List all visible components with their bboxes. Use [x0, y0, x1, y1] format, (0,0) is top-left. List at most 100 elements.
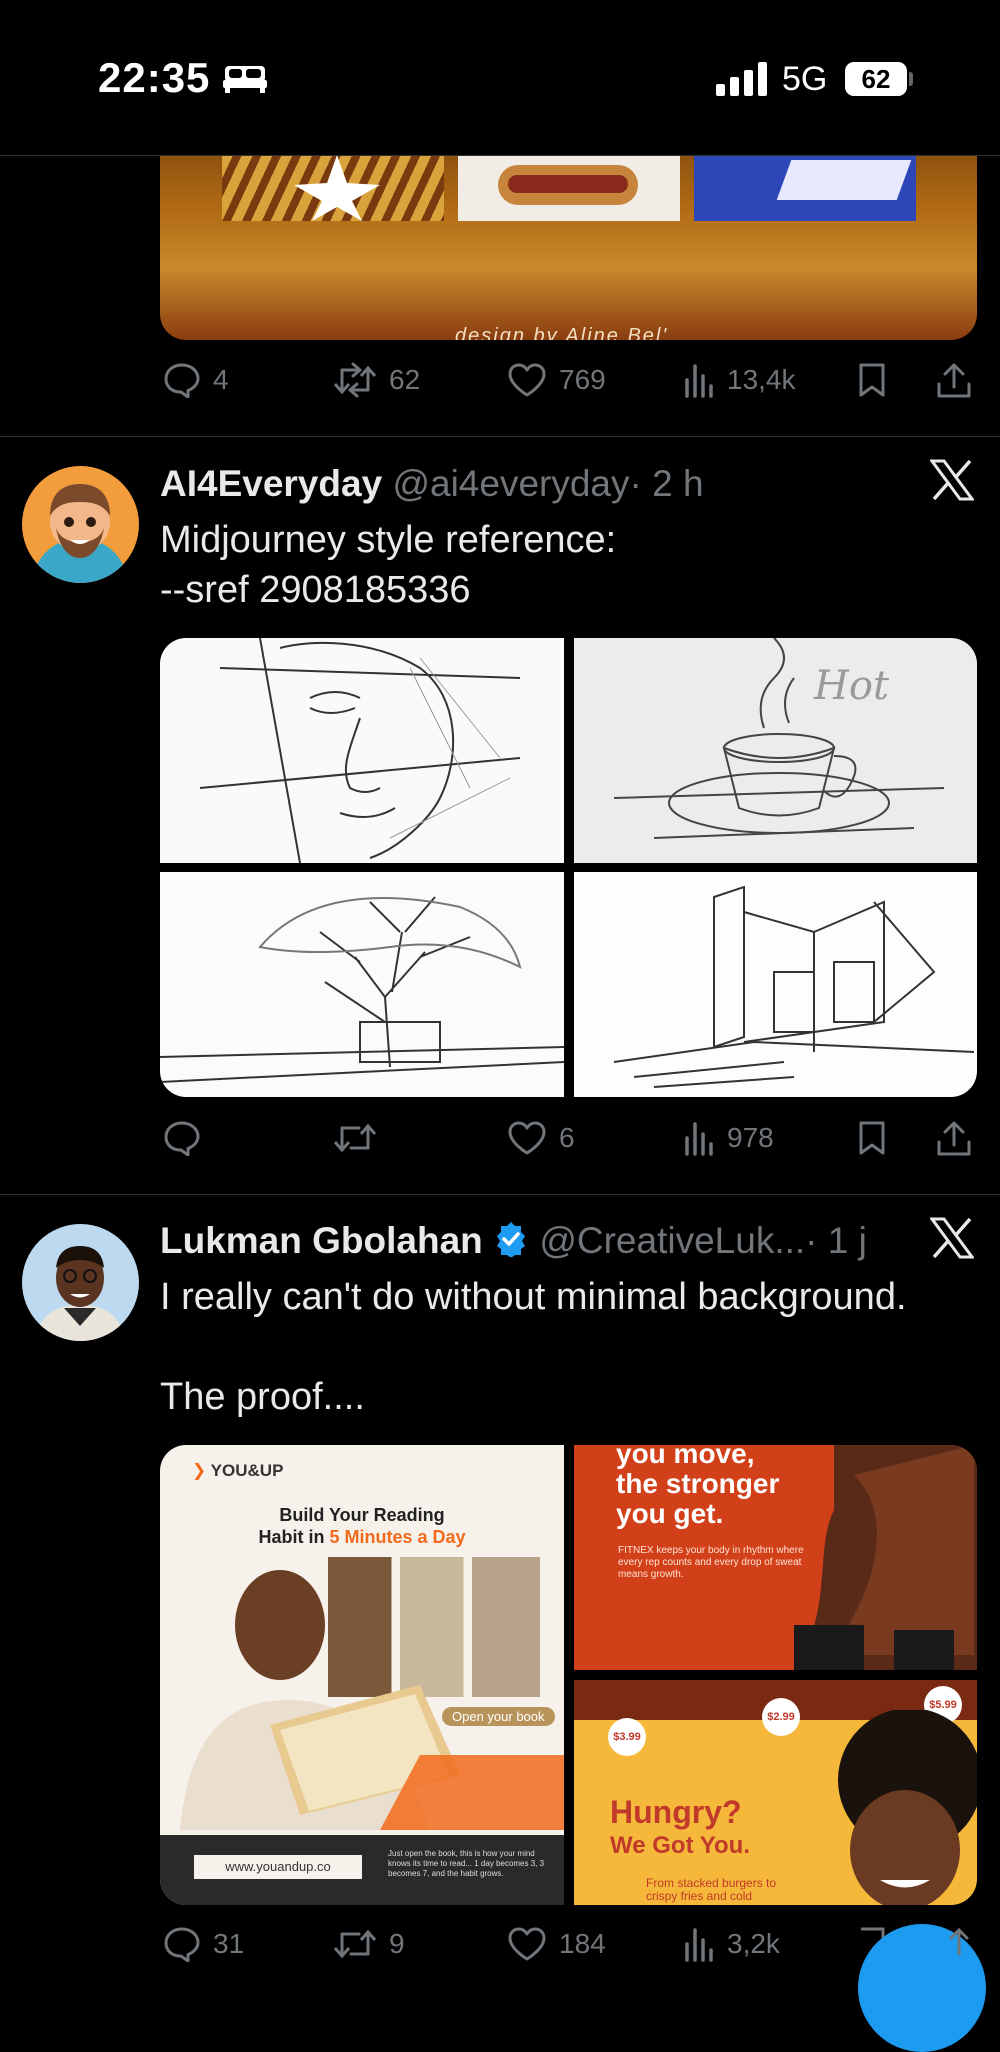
bookmark-button[interactable] [857, 1120, 887, 1156]
price-tag: $2.99 [762, 1698, 800, 1736]
bookmark-button[interactable] [857, 362, 887, 398]
share-icon [937, 1121, 971, 1156]
views-icon [685, 1928, 713, 1962]
food-headline: Hungry? [610, 1794, 742, 1830]
tweet-header: AI4Everyday @ai4everyday· 2 h [160, 463, 704, 505]
open-book-button: Open your book [442, 1707, 555, 1726]
media-food-poster[interactable]: $3.99 $2.99 $5.99 Hungry? We Got You. Fr… [574, 1680, 977, 1905]
author-handle[interactable]: @CreativeLuk... [539, 1220, 805, 1261]
reply-icon [164, 1927, 200, 1962]
author-name[interactable]: AI4Everyday [160, 463, 382, 504]
repost-icon [333, 1123, 377, 1153]
brand-logo: ❯ YOU&UP [192, 1461, 284, 1480]
media-tree-sketch[interactable] [160, 872, 564, 1097]
heart-icon [508, 363, 546, 397]
views-count: 3,2k [727, 1928, 780, 1959]
author-handle[interactable]: @ai4everyday [392, 463, 629, 504]
poster-headline-2-text: Habit in [258, 1527, 330, 1547]
share-icon [937, 363, 971, 398]
share-button[interactable] [944, 1926, 974, 1956]
price-tag: $3.99 [608, 1718, 646, 1756]
poster-footer-text: Just open the book, this is how your min… [388, 1849, 545, 1878]
views-icon [685, 1122, 713, 1156]
reply-icon [164, 363, 200, 398]
tweet-2-media-grid: Hot [160, 638, 977, 1097]
views-button[interactable]: 3,2k [683, 1926, 780, 1962]
tweet-time[interactable]: · 2 h [630, 463, 704, 504]
repost-button[interactable]: 9 [333, 1926, 405, 1962]
athlete-figure [774, 1445, 977, 1670]
x-logo-icon[interactable] [929, 458, 975, 513]
poster-headline-accent: 5 Minutes a Day [329, 1527, 466, 1547]
reply-button[interactable]: 4 [163, 362, 229, 398]
share-icon [949, 1927, 969, 1956]
bookmark-icon [859, 363, 885, 397]
views-count: 13,4k [727, 364, 796, 395]
reply-count: 4 [213, 364, 229, 395]
repost-button[interactable]: 62 [333, 362, 420, 398]
share-button[interactable] [936, 362, 972, 400]
like-button[interactable]: 184 [507, 1926, 606, 1962]
battery-tip [909, 72, 913, 86]
food-body: From stacked burgers to crispy fries and… [646, 1876, 777, 1903]
poster-footer: www.youandup.co Just open the book, this… [160, 1835, 564, 1905]
media-caption: design by Aline Bel' [455, 325, 669, 340]
verified-badge-icon [493, 1221, 529, 1266]
repost-icon [333, 1929, 377, 1959]
avatar[interactable] [22, 1224, 139, 1341]
network-type: 5G [782, 60, 828, 98]
heart-icon [508, 1121, 546, 1155]
bed-icon [223, 64, 267, 99]
reader-figure [160, 1555, 564, 1830]
repost-count: 9 [389, 1928, 405, 1959]
reply-icon [164, 1121, 200, 1156]
views-icon [685, 364, 713, 398]
tweet-text: Midjourney style reference: --sref 29081… [160, 519, 617, 611]
fries-panel [222, 155, 444, 221]
views-button[interactable]: 13,4k [683, 362, 796, 398]
hotdog-panel [458, 155, 680, 221]
status-bar: 22:35 5G 62 [0, 0, 1000, 156]
media-face-sketch[interactable] [160, 638, 564, 863]
fitness-headline: you move, the stronger you get. [616, 1445, 780, 1529]
like-button[interactable]: 6 [507, 1120, 575, 1156]
box-panel [694, 155, 916, 221]
person-figure [810, 1708, 977, 1905]
media-house-sketch[interactable] [574, 872, 977, 1097]
x-logo-icon[interactable] [929, 1216, 975, 1271]
tweet-divider [0, 436, 1000, 437]
repost-icon [333, 362, 377, 398]
heart-icon [508, 1927, 546, 1961]
views-count: 978 [727, 1122, 774, 1153]
like-count: 184 [559, 1928, 606, 1959]
like-button[interactable]: 769 [507, 362, 606, 398]
author-name[interactable]: Lukman Gbolahan [160, 1220, 483, 1261]
battery-icon: 62 [845, 62, 907, 96]
repost-count: 62 [389, 364, 421, 395]
views-button[interactable]: 978 [683, 1120, 774, 1156]
like-count: 6 [559, 1122, 575, 1153]
poster-url: www.youandup.co [194, 1855, 362, 1879]
bookmark-icon [859, 1121, 885, 1155]
cellular-signal-icon [716, 62, 770, 101]
brand-name: YOU&UP [210, 1461, 284, 1480]
share-button[interactable] [936, 1120, 972, 1158]
sketch-text: Hot [814, 663, 890, 709]
tweet-header: Lukman Gbolahan @CreativeLuk...· 1 j [160, 1220, 867, 1266]
tweet-text: I really can't do without minimal backgr… [160, 1276, 907, 1418]
like-count: 769 [559, 364, 606, 395]
tweet-3-media-grid: ❯ YOU&UP Build Your Reading Habit in 5 M… [160, 1445, 977, 1905]
tweet-time[interactable]: · 1 j [805, 1220, 867, 1261]
repost-button[interactable] [333, 1120, 389, 1156]
avatar[interactable] [22, 466, 139, 583]
reply-button[interactable] [163, 1120, 213, 1156]
media-reading-poster[interactable]: ❯ YOU&UP Build Your Reading Habit in 5 M… [160, 1445, 564, 1905]
reply-button[interactable]: 31 [163, 1926, 244, 1962]
poster-headline-2: Habit in 5 Minutes a Day [160, 1527, 564, 1548]
media-coffee-sketch[interactable]: Hot [574, 638, 977, 863]
poster-headline: Build Your Reading [279, 1505, 445, 1525]
status-time: 22:35 [98, 54, 211, 101]
food-headline-2: We Got You. [610, 1832, 751, 1859]
media-fitness-poster[interactable]: you move, the stronger you get. FITNEX k… [574, 1445, 977, 1670]
tweet-divider [0, 1194, 1000, 1195]
